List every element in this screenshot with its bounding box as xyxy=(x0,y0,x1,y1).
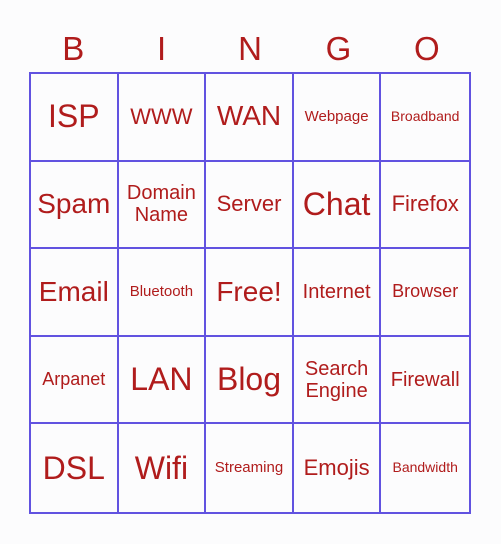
bingo-cell[interactable]: Emojis xyxy=(294,424,382,512)
bingo-cell[interactable]: Search Engine xyxy=(293,336,382,425)
bingo-cell[interactable]: Broadband xyxy=(381,74,469,162)
header-letter-i: I xyxy=(157,30,167,67)
bingo-cell[interactable]: Server xyxy=(206,161,294,250)
bingo-cell[interactable]: ISP xyxy=(31,74,119,162)
bingo-cell[interactable]: Bluetooth xyxy=(118,249,207,337)
bingo-cell[interactable]: Email xyxy=(31,249,119,337)
bingo-cell[interactable]: Domain Name xyxy=(118,161,207,250)
bingo-cell[interactable]: Bandwidth xyxy=(381,424,469,512)
bingo-cell[interactable]: Browser xyxy=(381,249,469,337)
bingo-cell[interactable]: Webpage xyxy=(293,74,382,162)
bingo-cell[interactable]: Free! xyxy=(206,249,294,337)
bingo-cell[interactable]: Wifi xyxy=(119,424,207,512)
bingo-cell[interactable]: WWW xyxy=(118,74,207,162)
bingo-cell[interactable]: WAN xyxy=(206,74,294,162)
bingo-cell[interactable]: LAN xyxy=(118,336,207,425)
header-letter-o: O xyxy=(413,30,440,67)
header-letter-b: B xyxy=(62,30,85,67)
bingo-cell[interactable]: Firefox xyxy=(381,162,469,250)
bingo-grid: ISP WWW WAN Webpage Broadband Spam Domai… xyxy=(29,72,471,514)
bingo-cell[interactable]: Internet xyxy=(293,249,382,337)
header-letter-n: N xyxy=(238,30,262,67)
bingo-cell[interactable]: DSL xyxy=(31,424,119,512)
bingo-header: B I N G O xyxy=(29,28,471,70)
bingo-cell[interactable]: Firewall xyxy=(381,337,469,425)
bingo-cell[interactable]: Streaming xyxy=(206,424,294,512)
bingo-cell[interactable]: Arpanet xyxy=(31,336,119,425)
bingo-cell[interactable]: Blog xyxy=(206,336,294,425)
header-letter-g: G xyxy=(325,30,352,67)
bingo-cell[interactable]: Spam xyxy=(31,161,119,250)
bingo-cell[interactable]: Chat xyxy=(293,161,382,250)
